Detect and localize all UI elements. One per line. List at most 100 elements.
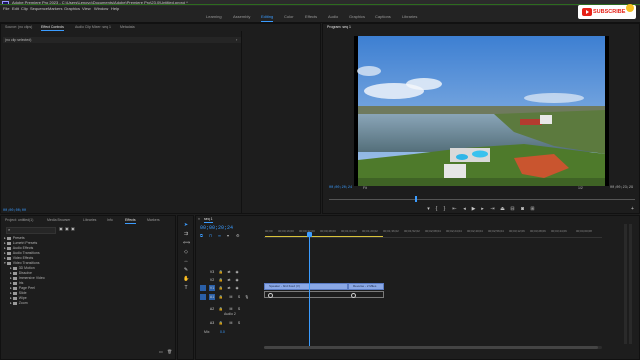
fit-dropdown[interactable]: Fit: [363, 186, 367, 190]
workspace-assembly[interactable]: Assembly: [233, 12, 250, 22]
eye-icon[interactable]: ◉: [234, 277, 240, 283]
hand-tool-icon[interactable]: ✋: [183, 276, 189, 282]
timeline-timecode[interactable]: 00;00;20;24: [200, 225, 233, 231]
track-select-tool-icon[interactable]: ⇉: [183, 231, 189, 237]
workspace-color[interactable]: Color: [284, 12, 294, 22]
program-monitor-title[interactable]: Program: seq 1: [327, 24, 351, 31]
tab-source[interactable]: Source: (no clips): [5, 24, 32, 30]
lock-icon[interactable]: 🔒: [218, 285, 224, 291]
lift-icon[interactable]: ⏏: [499, 206, 506, 213]
tree-lumetri-presets[interactable]: ▸ Lumetri Presets: [4, 241, 37, 245]
linked-selection-icon[interactable]: ∞: [218, 233, 221, 238]
step-forward-icon[interactable]: ▸: [479, 206, 486, 213]
bell-icon[interactable]: [626, 4, 634, 12]
tree-page-peel[interactable]: ▸ Page Peel: [10, 286, 35, 290]
tree-video-effects[interactable]: ▸ Video Effects: [4, 256, 33, 260]
tab-effects[interactable]: Effects: [125, 217, 136, 224]
expand-arrow-icon[interactable]: ›: [236, 37, 237, 43]
insert-sequence-icon[interactable]: ⧉: [200, 233, 203, 238]
workspace-effects[interactable]: Effects: [305, 12, 317, 22]
snap-icon[interactable]: ⊓: [209, 233, 212, 238]
program-timecode[interactable]: 00;00;20;24: [329, 186, 352, 190]
timeline-horizontal-scrollbar[interactable]: [264, 346, 602, 349]
tab-metadata[interactable]: Metadata: [120, 24, 135, 30]
razor-tool-icon[interactable]: ◇: [183, 249, 189, 255]
tree-wipe[interactable]: ▸ Wipe: [10, 296, 27, 300]
workspace-graphics[interactable]: Graphics: [349, 12, 365, 22]
tree-3d-motion[interactable]: ▸ 3D Motion: [10, 266, 35, 270]
source-patch-v1[interactable]: [200, 285, 206, 291]
mark-out-icon[interactable]: }: [441, 206, 448, 213]
mute-button[interactable]: M: [228, 320, 234, 326]
slip-tool-icon[interactable]: ↔: [183, 258, 189, 264]
workspace-audio[interactable]: Audio: [328, 12, 338, 22]
tab-media-browser[interactable]: Media Browser: [47, 217, 70, 223]
lock-icon[interactable]: 🔒: [218, 320, 224, 326]
tree-video-transitions[interactable]: ▾ Video Transitions: [4, 261, 40, 265]
tree-slide[interactable]: ▸ Slide: [10, 291, 27, 295]
pen-tool-icon[interactable]: ✎: [183, 267, 189, 273]
scrollbar-thumb[interactable]: [264, 346, 598, 349]
mix-value[interactable]: 0.0: [220, 330, 225, 334]
mute-button[interactable]: M: [228, 294, 234, 300]
a1-toggle[interactable]: A1: [209, 294, 215, 300]
mark-in-icon[interactable]: {: [433, 206, 440, 213]
program-playhead[interactable]: [415, 196, 417, 202]
resolution-dropdown[interactable]: 1/2: [578, 186, 583, 190]
timeline-settings-icon[interactable]: ⚙: [236, 233, 240, 238]
tree-dissolve[interactable]: ▸ Dissolve: [10, 271, 32, 275]
tree-immersive-video[interactable]: ▸ Immersive Video: [10, 276, 45, 280]
tree-zoom[interactable]: ▸ Zoom: [10, 301, 28, 305]
add-marker-icon[interactable]: ▾: [425, 206, 432, 213]
program-scrubber[interactable]: [329, 199, 635, 200]
workspace-libraries[interactable]: Libraries: [402, 12, 417, 22]
new-bin-icon[interactable]: ▭: [159, 349, 163, 354]
button-editor-icon[interactable]: +: [629, 206, 636, 213]
tree-audio-transitions[interactable]: ▸ Audio Transitions: [4, 251, 40, 255]
step-back-icon[interactable]: ◂: [461, 206, 468, 213]
v1-toggle[interactable]: V1: [209, 285, 215, 291]
v2-toggle[interactable]: V2: [209, 277, 215, 283]
ripple-edit-tool-icon[interactable]: ⟺: [183, 240, 190, 246]
close-sequence-icon[interactable]: ×: [198, 216, 200, 222]
lock-icon[interactable]: 🔒: [218, 277, 224, 283]
eye-icon[interactable]: ◉: [234, 285, 240, 291]
trash-icon[interactable]: 🗑: [167, 349, 172, 354]
video-clip-1[interactable]: Speaker - bird fixed (V): [264, 283, 348, 290]
type-tool-icon[interactable]: T: [183, 285, 189, 291]
comparison-view-icon[interactable]: ⊞: [529, 206, 536, 213]
tab-audio-clip-mixer[interactable]: Audio Clip Mixer: seq 1: [75, 24, 111, 30]
effects-search-input[interactable]: ⌕: [6, 227, 56, 234]
tab-markers[interactable]: Markers: [147, 217, 160, 223]
workspace-editing[interactable]: Editing: [261, 12, 274, 22]
a3-toggle[interactable]: A3: [209, 320, 215, 326]
workspace-captions[interactable]: Captions: [375, 12, 391, 22]
effect-controls-timecode[interactable]: 00;00;00;00: [3, 209, 26, 213]
accelerated-effects-icon[interactable]: ▣: [59, 226, 63, 231]
workspace-learning[interactable]: Learning: [206, 12, 222, 22]
sync-lock-icon[interactable]: ⇄: [226, 269, 232, 275]
eye-icon[interactable]: ◉: [234, 269, 240, 275]
sync-lock-icon[interactable]: ⇄: [226, 277, 232, 283]
tree-presets[interactable]: ▸ Presets: [4, 236, 25, 240]
add-marker-timeline-icon[interactable]: ▾: [227, 233, 229, 238]
extract-icon[interactable]: ⊟: [509, 206, 516, 213]
tree-iris[interactable]: ▸ Iris: [10, 281, 23, 285]
yuv-effects-icon[interactable]: ▣: [71, 226, 75, 231]
tree-audio-effects[interactable]: ▸ Audio Effects: [4, 246, 33, 250]
export-frame-icon[interactable]: ◙: [519, 206, 526, 213]
selection-tool-icon[interactable]: ➤: [183, 222, 189, 228]
tab-libraries[interactable]: Libraries: [83, 217, 96, 223]
solo-button[interactable]: S: [236, 320, 242, 326]
solo-button[interactable]: S: [236, 294, 242, 300]
sync-lock-icon[interactable]: ⇄: [226, 285, 232, 291]
32bit-effects-icon[interactable]: ▣: [65, 226, 69, 231]
solo-button[interactable]: S: [236, 306, 242, 312]
tab-project[interactable]: Project: untitled(1): [5, 217, 33, 223]
tab-info[interactable]: Info: [107, 217, 113, 223]
voiceover-record-icon[interactable]: 🎙: [244, 294, 250, 300]
go-to-out-icon[interactable]: ⇥: [489, 206, 496, 213]
play-icon[interactable]: ▶: [470, 206, 477, 213]
go-to-in-icon[interactable]: ⇤: [451, 206, 458, 213]
work-area-bar[interactable]: [265, 236, 383, 237]
